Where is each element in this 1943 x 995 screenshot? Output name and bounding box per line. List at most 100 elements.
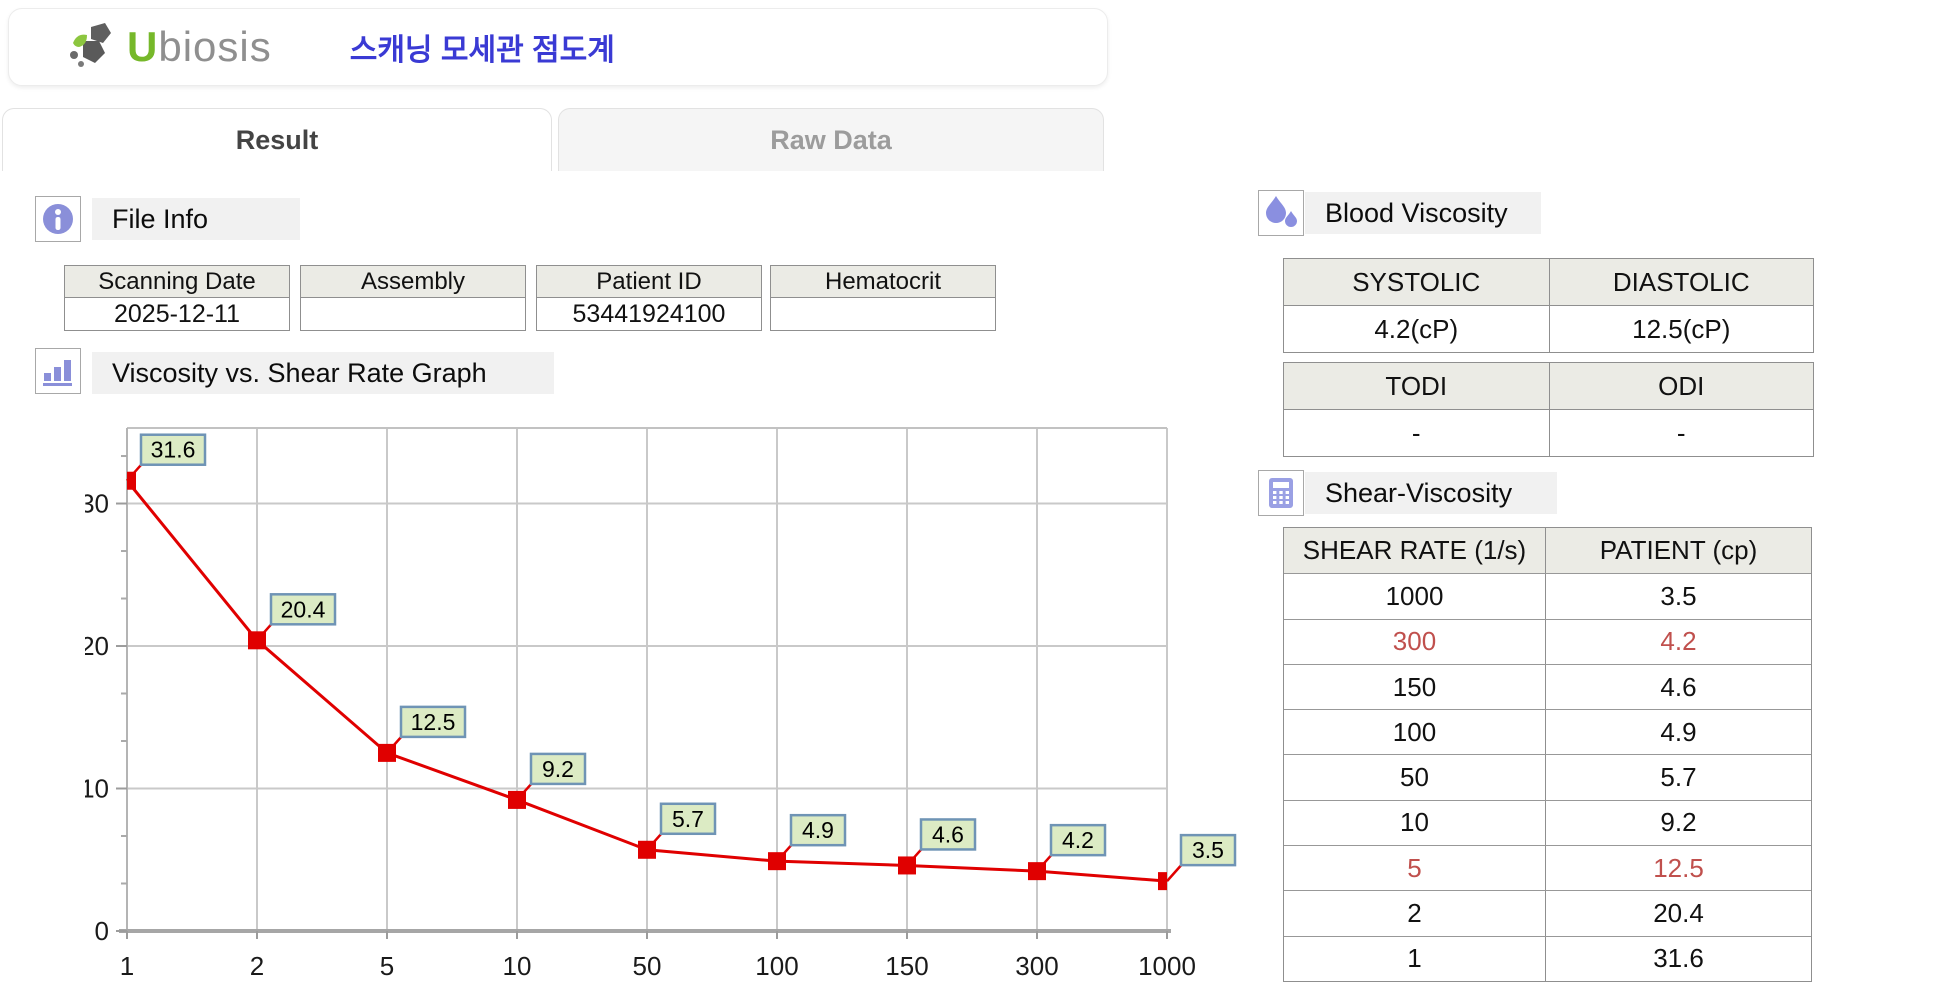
bar-chart-icon — [40, 353, 76, 389]
tab-raw-data-label: Raw Data — [770, 125, 892, 156]
app-header: Ubiosis 스캐닝 모세관 점도계 — [8, 8, 1108, 86]
ubiosis-logo-icon — [65, 19, 127, 75]
logo-rest-text: biosis — [158, 23, 271, 70]
svg-text:1000: 1000 — [1138, 951, 1196, 981]
tab-raw-data[interactable]: Raw Data — [558, 108, 1104, 171]
file-info-icon — [35, 196, 81, 242]
blood-drops-icon — [1262, 194, 1300, 232]
assembly-table: Assembly — [300, 265, 526, 331]
scanning-date-table: Scanning Date 2025-12-11 — [64, 265, 290, 331]
shear-viscosity-section-title: Shear-Viscosity — [1305, 472, 1557, 514]
svg-text:5.7: 5.7 — [672, 806, 704, 832]
patient-viscosity-cell: 31.6 — [1545, 937, 1811, 981]
shear-rate-cell: 50 — [1284, 755, 1545, 799]
svg-text:5: 5 — [380, 951, 394, 981]
systolic-header: SYSTOLIC — [1284, 259, 1549, 305]
shear-rate-cell: 1 — [1284, 937, 1545, 981]
patient-id-table: Patient ID 53441924100 — [536, 265, 762, 331]
shear-rate-cell: 300 — [1284, 620, 1545, 664]
patient-id-value: 53441924100 — [537, 298, 761, 330]
svg-text:4.2: 4.2 — [1062, 827, 1094, 853]
svg-text:3.5: 3.5 — [1192, 837, 1224, 863]
svg-text:31.6: 31.6 — [151, 437, 196, 463]
svg-text:12.5: 12.5 — [411, 709, 456, 735]
systolic-value: 4.2(cP) — [1284, 306, 1549, 352]
svg-text:50: 50 — [633, 951, 662, 981]
ubiosis-logo-text: Ubiosis — [127, 26, 272, 68]
shear-viscosity-icon — [1258, 470, 1304, 516]
svg-text:300: 300 — [1015, 951, 1058, 981]
patient-viscosity-cell: 4.9 — [1545, 710, 1811, 754]
svg-text:9.2: 9.2 — [542, 756, 574, 782]
info-circle-icon — [40, 201, 76, 237]
patient-viscosity-cell: 9.2 — [1545, 801, 1811, 845]
svg-text:20: 20 — [85, 631, 109, 661]
shear-rate-cell: 10 — [1284, 801, 1545, 845]
shear-rate-cell: 2 — [1284, 891, 1545, 935]
hematocrit-value — [771, 298, 995, 330]
shear-table-row: 1004.9 — [1284, 709, 1811, 754]
blood-viscosity-icon — [1258, 190, 1304, 236]
patient-viscosity-cell: 5.7 — [1545, 755, 1811, 799]
shear-table-row: 512.5 — [1284, 845, 1811, 890]
diastolic-header: DIASTOLIC — [1549, 259, 1814, 305]
ubiosis-logo: Ubiosis — [65, 19, 272, 75]
svg-text:2: 2 — [250, 951, 264, 981]
tab-result-label: Result — [236, 125, 319, 156]
systolic-diastolic-table: SYSTOLIC DIASTOLIC 4.2(cP) 12.5(cP) — [1283, 258, 1814, 353]
assembly-value — [301, 298, 525, 330]
shear-table-row: 3004.2 — [1284, 619, 1811, 664]
svg-text:10: 10 — [85, 774, 109, 804]
svg-text:20.4: 20.4 — [281, 596, 326, 622]
svg-text:100: 100 — [755, 951, 798, 981]
file-info-section-title: File Info — [92, 198, 300, 240]
graph-section-icon — [35, 348, 81, 394]
shear-table-row: 505.7 — [1284, 754, 1811, 799]
odi-header: ODI — [1549, 363, 1814, 409]
shear-table-row: 220.4 — [1284, 890, 1811, 935]
page-title-korean: 스캐닝 모세관 점도계 — [350, 25, 615, 69]
patient-id-header: Patient ID — [537, 266, 761, 298]
viscosity-shear-rate-chart: 01020301251050100150300100031.620.412.59… — [85, 420, 1335, 995]
assembly-header: Assembly — [301, 266, 525, 298]
svg-text:0: 0 — [95, 916, 109, 946]
todi-value: - — [1284, 410, 1549, 456]
shear-table-row: 109.2 — [1284, 800, 1811, 845]
scanning-capillary-viscometer-app: { "header": { "brand": { "logo_u": "U", … — [0, 0, 1943, 995]
shear-viscosity-table: SHEAR RATE (1/s) PATIENT (cp) 10003.5300… — [1283, 527, 1812, 982]
shear-rate-column-header: SHEAR RATE (1/s) — [1284, 528, 1545, 573]
calculator-icon — [1263, 475, 1299, 511]
table-value-row: - - — [1284, 409, 1813, 456]
svg-text:1: 1 — [120, 951, 134, 981]
shear-table-row: 131.6 — [1284, 936, 1811, 981]
patient-viscosity-cell: 12.5 — [1545, 846, 1811, 890]
shear-rate-cell: 150 — [1284, 665, 1545, 709]
hematocrit-header: Hematocrit — [771, 266, 995, 298]
logo-letter-u: U — [127, 23, 158, 70]
svg-text:30: 30 — [85, 489, 109, 519]
hematocrit-table: Hematocrit — [770, 265, 996, 331]
scanning-date-value: 2025-12-11 — [65, 298, 289, 330]
table-value-row: 4.2(cP) 12.5(cP) — [1284, 305, 1813, 352]
shear-rate-cell: 1000 — [1284, 574, 1545, 618]
blood-viscosity-section-title: Blood Viscosity — [1305, 192, 1541, 234]
svg-text:10: 10 — [503, 951, 532, 981]
graph-section-title: Viscosity vs. Shear Rate Graph — [92, 352, 554, 394]
table-header-row: SYSTOLIC DIASTOLIC — [1284, 259, 1813, 305]
patient-viscosity-cell: 3.5 — [1545, 574, 1811, 618]
shear-rate-cell: 100 — [1284, 710, 1545, 754]
patient-viscosity-cell: 4.6 — [1545, 665, 1811, 709]
svg-text:4.6: 4.6 — [932, 821, 964, 847]
patient-viscosity-cell: 4.2 — [1545, 620, 1811, 664]
odi-value: - — [1549, 410, 1814, 456]
shear-table-row: 1504.6 — [1284, 664, 1811, 709]
tab-result[interactable]: Result — [2, 108, 552, 171]
patient-column-header: PATIENT (cp) — [1545, 528, 1811, 573]
shear-rate-cell: 5 — [1284, 846, 1545, 890]
table-header-row: TODI ODI — [1284, 363, 1813, 409]
shear-table-row: 10003.5 — [1284, 573, 1811, 618]
shear-table-header-row: SHEAR RATE (1/s) PATIENT (cp) — [1284, 528, 1811, 573]
todi-odi-table: TODI ODI - - — [1283, 362, 1814, 457]
patient-viscosity-cell: 20.4 — [1545, 891, 1811, 935]
scanning-date-header: Scanning Date — [65, 266, 289, 298]
